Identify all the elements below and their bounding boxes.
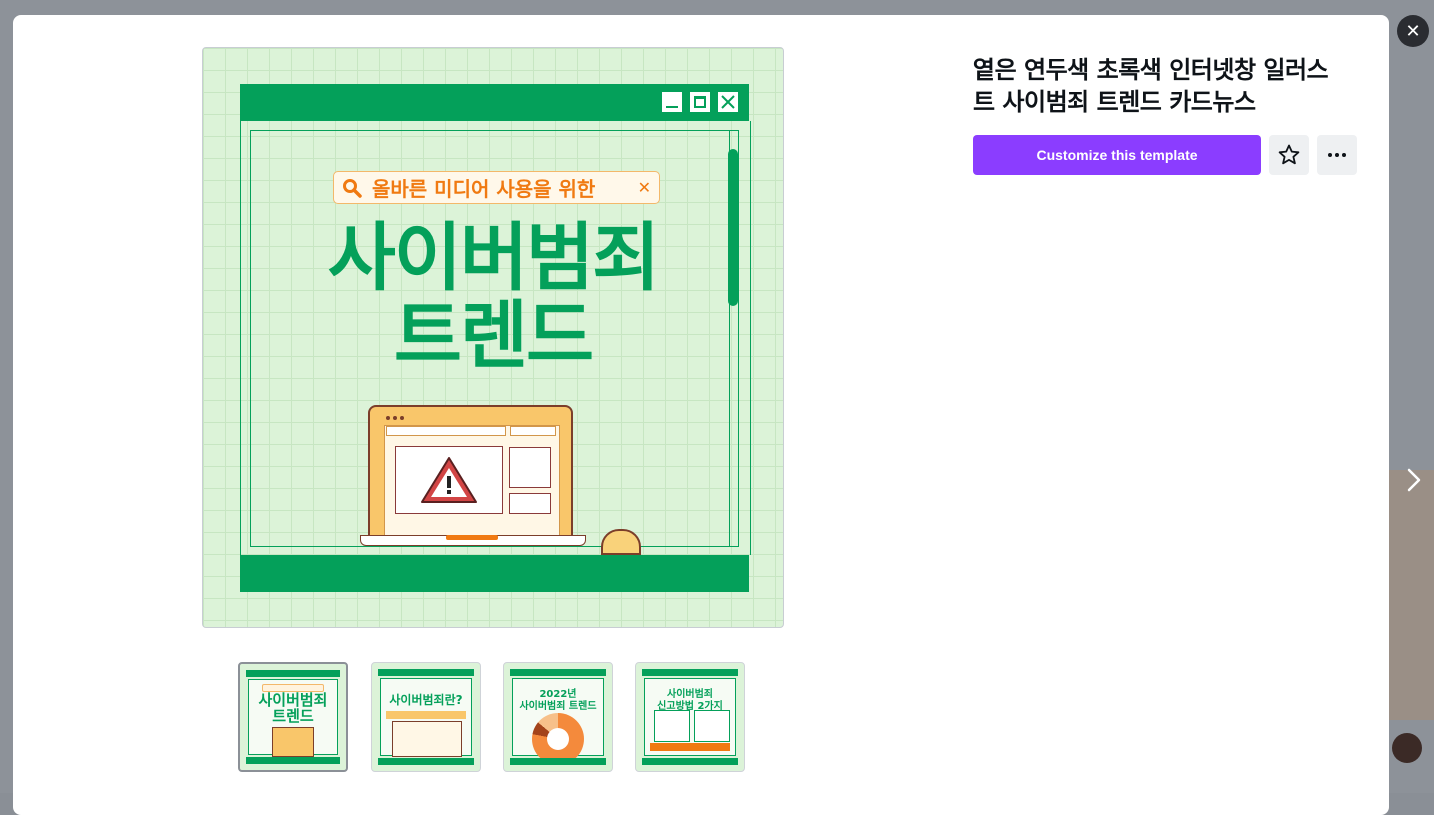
thumbnail-page-3[interactable]: 2022년 사이버범죄 트렌드 <box>503 662 613 772</box>
template-title-line-1: 옅은 연두색 초록색 인터넷창 일러스 <box>973 56 1329 84</box>
laptop-dot <box>400 416 404 420</box>
background-avatar <box>1392 733 1422 763</box>
laptop-trackpad <box>446 535 498 540</box>
thumb-card <box>654 710 690 742</box>
thumb-caution-tape <box>386 711 466 719</box>
favorite-button[interactable] <box>1269 135 1309 175</box>
search-clear-icon: ✕ <box>637 178 651 197</box>
star-icon <box>1278 144 1300 165</box>
template-title-line-2: 트 사이범죄 트렌드 카드뉴스 <box>973 88 1256 116</box>
thumb-titlebar <box>246 670 340 677</box>
thumb-subtitle: 트렌드 <box>272 707 314 725</box>
thumbnail-page-4[interactable]: 사이버범죄 신고방법 2가지 <box>635 662 745 772</box>
more-options-button[interactable] <box>1317 135 1357 175</box>
thumb-titlebar <box>642 669 738 676</box>
next-template-button[interactable] <box>1400 462 1428 498</box>
thumb-laptop <box>272 727 314 757</box>
chevron-right-icon <box>1407 468 1421 492</box>
scrollbar-thumb <box>728 149 738 306</box>
background-next-template-preview <box>1389 470 1434 720</box>
search-bar-graphic: 올바른 미디어 사용을 위한 ✕ <box>333 171 660 204</box>
browser-window-footer <box>240 555 749 592</box>
thumb-title: 사이버범죄 <box>258 691 328 709</box>
thumb-title: 사이버범죄란? <box>389 693 463 707</box>
thumb-subtitle: 사이버범죄 트렌드 <box>519 701 597 712</box>
close-button[interactable]: ✕ <box>1397 15 1429 47</box>
thumb-footer <box>378 758 474 765</box>
thumbnail-page-2[interactable]: 사이버범죄란? <box>371 662 481 772</box>
laptop-side-box <box>509 447 551 488</box>
more-horizontal-icon <box>1328 153 1346 157</box>
customize-template-button[interactable]: Customize this template <box>973 135 1261 175</box>
search-bar-text: 올바른 미디어 사용을 위한 <box>372 177 596 201</box>
search-icon <box>343 178 362 198</box>
laptop-tab-bar <box>510 426 556 436</box>
template-main-preview: 올바른 미디어 사용을 위한 ✕ 사이버범죄 트렌드 <box>202 47 784 628</box>
thumb-illustration <box>392 721 462 757</box>
laptop-address-bar <box>386 426 506 436</box>
laptop-dot <box>386 416 390 420</box>
maximize-icon <box>690 92 710 112</box>
window-close-icon <box>718 92 738 112</box>
thumb-card <box>694 710 730 742</box>
laptop-side-box <box>509 493 551 514</box>
headline-line-2: 트렌드 <box>393 293 594 379</box>
mouse-illustration <box>601 529 641 555</box>
warning-icon <box>421 457 477 503</box>
headline-line-1: 사이버범죄 <box>327 215 660 301</box>
close-icon: ✕ <box>1405 20 1421 42</box>
minimize-icon <box>662 92 682 112</box>
warning-panel <box>395 446 503 514</box>
template-title: 옅은 연두색 초록색 인터넷창 일러스 트 사이범죄 트렌드 카드뉴스 <box>973 54 1373 118</box>
thumb-footer <box>642 758 738 765</box>
thumbnail-page-1[interactable]: 사이버범죄 트렌드 <box>238 662 348 772</box>
thumb-titlebar <box>510 669 606 676</box>
thumb-titlebar <box>378 669 474 676</box>
laptop-dot <box>393 416 397 420</box>
browser-window-titlebar <box>240 84 749 121</box>
thumb-note-bar <box>650 743 730 751</box>
thumb-footer <box>246 757 340 764</box>
thumb-footer <box>510 758 606 765</box>
